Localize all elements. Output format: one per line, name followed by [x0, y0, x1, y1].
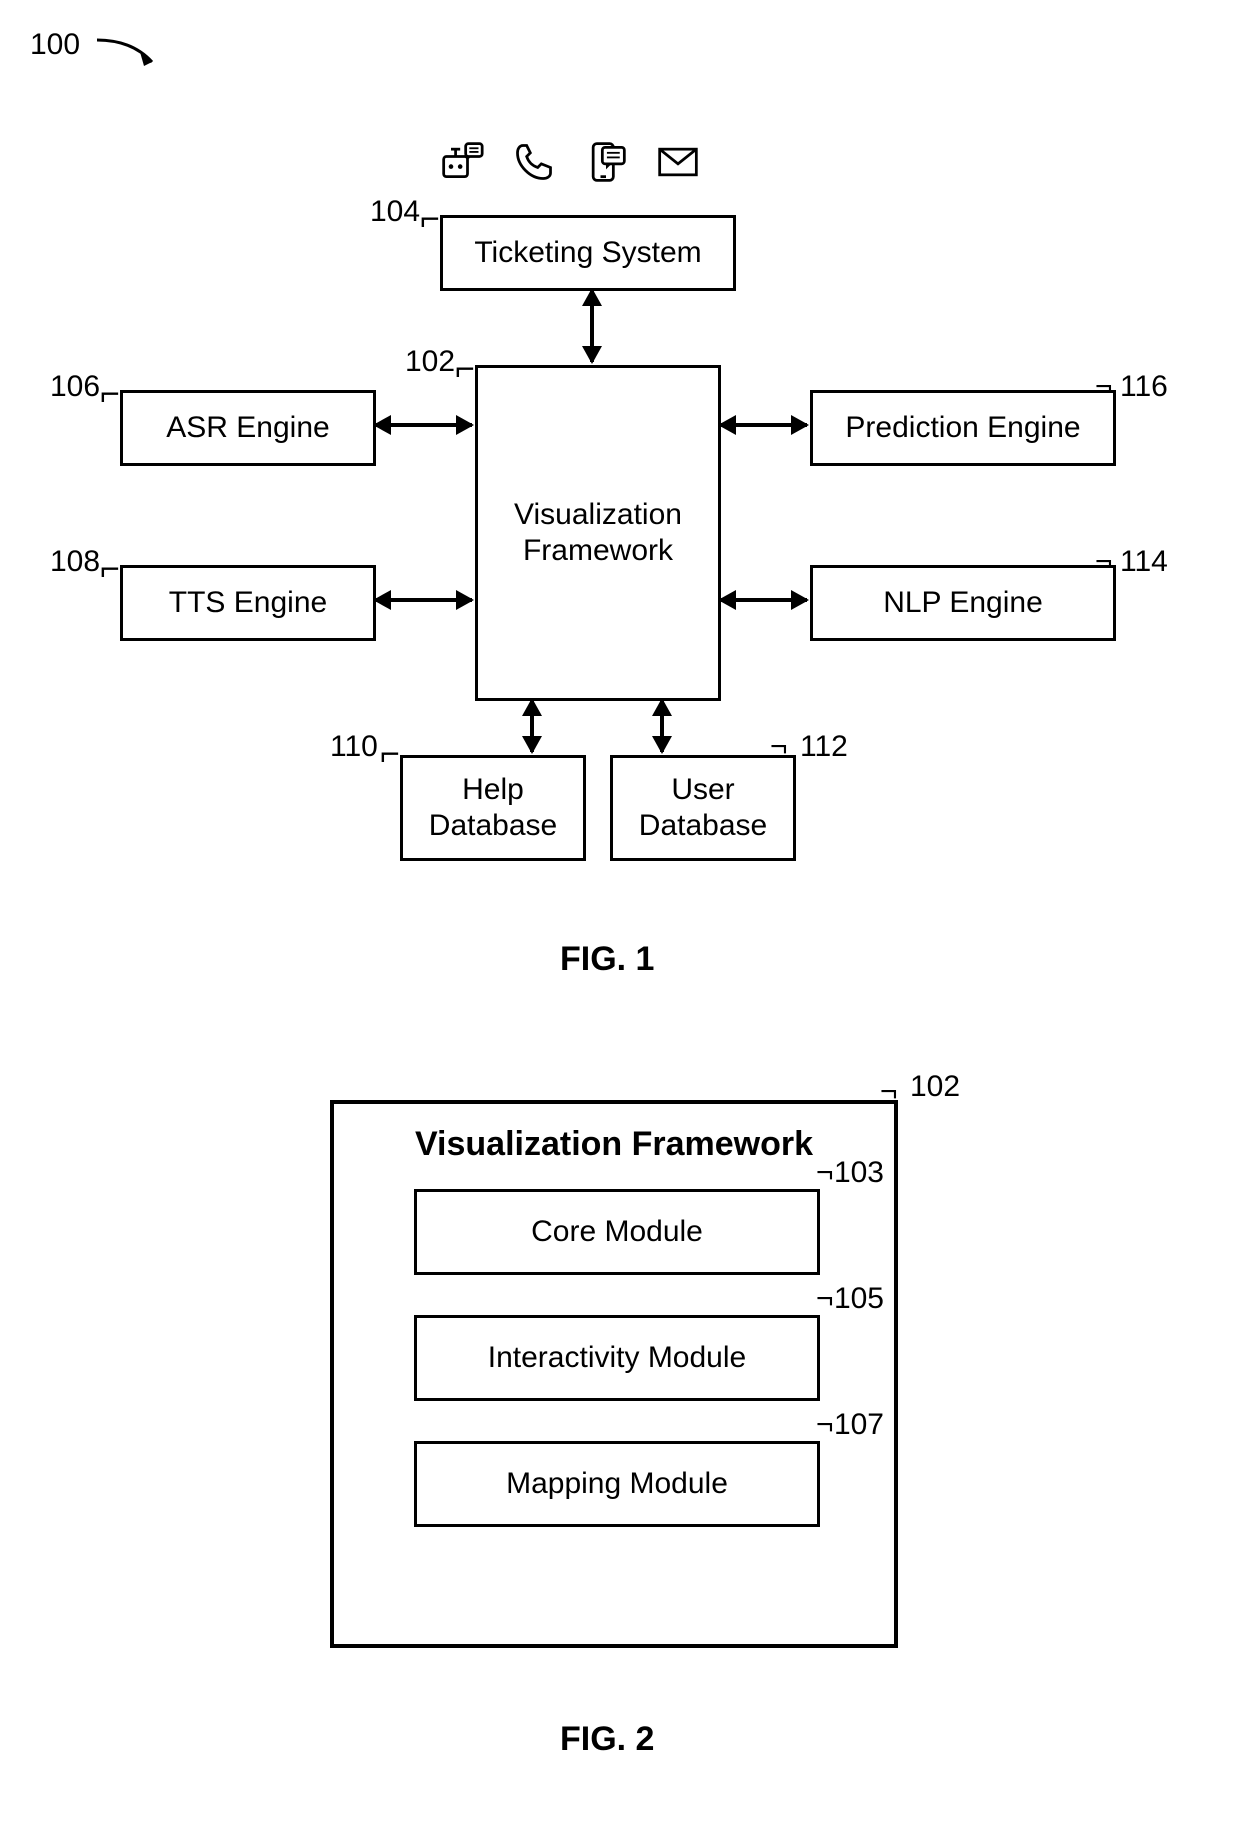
mapping-module-box: Mapping Module: [414, 1441, 820, 1527]
ref-100-leader-icon: [92, 32, 172, 82]
ref-104: 104: [370, 195, 420, 229]
nlp-engine-box: NLP Engine: [810, 565, 1116, 641]
ref-114: 114: [1120, 545, 1168, 579]
arrow-head-icon: [522, 698, 542, 716]
arrow-head-icon: [522, 736, 542, 754]
arrow-head-icon: [373, 590, 391, 610]
arrow-head-icon: [791, 415, 809, 435]
hook-icon: ⌐: [455, 350, 475, 389]
user-database-box: User Database: [610, 755, 796, 861]
arrow-head-icon: [791, 590, 809, 610]
ref-107: 107: [834, 1407, 884, 1443]
hook-icon: ⌐: [816, 1407, 834, 1443]
page: 100 104: [0, 0, 1240, 1843]
vf-outer-box: Visualization Framework ⌐ 103 Core Modul…: [330, 1100, 898, 1648]
core-module-label: Core Module: [531, 1214, 703, 1250]
interactivity-module-box: Interactivity Module: [414, 1315, 820, 1401]
vf-line1: Visualization: [514, 497, 682, 533]
visualization-framework-box: Visualization Framework: [475, 365, 721, 701]
hook-icon: ⌐: [420, 200, 440, 239]
core-module-box: Core Module: [414, 1189, 820, 1275]
arrow-head-icon: [652, 698, 672, 716]
arrow-head-icon: [373, 415, 391, 435]
arrow-head-icon: [718, 590, 736, 610]
ref-112: 112: [800, 730, 848, 764]
fig1-caption: FIG. 1: [560, 940, 654, 979]
arrow-head-icon: [652, 736, 672, 754]
ref-102-fig2: 102: [910, 1070, 960, 1104]
ref-110: 110: [330, 730, 378, 764]
vf-title: Visualization Framework: [415, 1124, 813, 1165]
prediction-engine-label: Prediction Engine: [845, 410, 1080, 446]
help-database-box: Help Database: [400, 755, 586, 861]
arrow-head-icon: [718, 415, 736, 435]
ref-106: 106: [50, 370, 100, 404]
tts-engine-box: TTS Engine: [120, 565, 376, 641]
arrow-head-icon: [456, 415, 474, 435]
tts-engine-label: TTS Engine: [169, 585, 327, 621]
asr-engine-label: ASR Engine: [166, 410, 329, 446]
chatbot-icon: [440, 140, 484, 184]
userdb-line1: User: [671, 772, 734, 808]
fig2-caption: FIG. 2: [560, 1720, 654, 1759]
mapping-module-label: Mapping Module: [506, 1466, 728, 1502]
ref-108: 108: [50, 545, 100, 579]
hook-icon: ⌐: [100, 550, 120, 589]
hook-icon: ⌐: [100, 375, 120, 414]
helpdb-line1: Help: [462, 772, 524, 808]
ref-102: 102: [405, 345, 455, 379]
interactivity-module-label: Interactivity Module: [488, 1340, 746, 1376]
email-icon: [656, 140, 700, 184]
prediction-engine-box: Prediction Engine: [810, 390, 1116, 466]
arrow-head-icon: [582, 288, 602, 306]
phone-icon: [512, 140, 556, 184]
arrow-head-icon: [456, 590, 474, 610]
nlp-engine-label: NLP Engine: [883, 585, 1043, 621]
hook-icon: ⌐: [816, 1281, 834, 1317]
ref-105: 105: [834, 1281, 884, 1317]
hook-icon: ⌐: [816, 1155, 834, 1191]
sms-icon: [584, 140, 628, 184]
helpdb-line2: Database: [429, 808, 557, 844]
ticketing-system-label: Ticketing System: [474, 235, 701, 271]
hook-icon: ⌐: [380, 735, 400, 774]
ref-116: 116: [1120, 370, 1168, 404]
vf-line2: Framework: [523, 533, 673, 569]
ref-103: 103: [834, 1155, 884, 1191]
arrow-head-icon: [582, 346, 602, 364]
userdb-line2: Database: [639, 808, 767, 844]
ref-100: 100: [30, 28, 80, 62]
ticketing-system-box: Ticketing System: [440, 215, 736, 291]
asr-engine-box: ASR Engine: [120, 390, 376, 466]
channel-icons: [440, 140, 700, 184]
